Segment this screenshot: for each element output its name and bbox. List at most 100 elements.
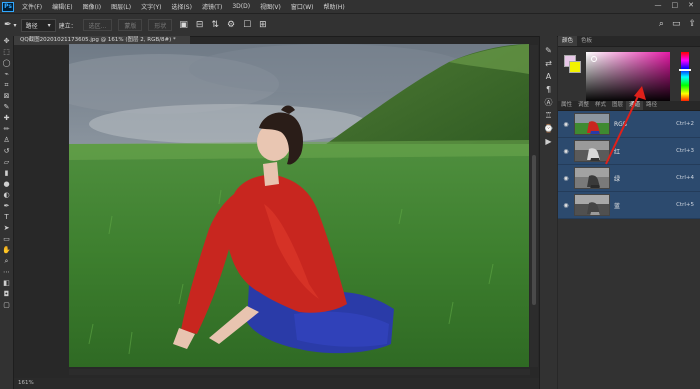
options-bar: ✒ ▾ 路径 ▾ 建立： 选区... 蒙版 形状 ▣ ⊟ ⇅ ⚙ ☐ ⊞ ⌕ ▭… <box>0 13 700 37</box>
share-icon[interactable]: ⇪ <box>688 19 696 29</box>
color-picker-panel <box>558 47 700 105</box>
minimize-button[interactable]: — <box>655 1 662 9</box>
foreground-background-icon[interactable]: ◧ <box>3 278 10 289</box>
menu-help[interactable]: 帮助(H) <box>319 2 350 11</box>
dodge-tool-icon[interactable]: ◐ <box>3 190 9 201</box>
screen-mode-icon[interactable]: ▢ <box>3 300 10 311</box>
status-bar: 161% <box>14 378 542 389</box>
move-tool-icon[interactable]: ✥ <box>4 36 10 47</box>
menu-edit[interactable]: 编辑(E) <box>47 2 77 11</box>
scroll-thumb[interactable] <box>532 155 536 305</box>
channel-row-blue[interactable]: ◉ 蓝 Ctrl+5 <box>558 192 700 219</box>
hue-slider-handle[interactable] <box>679 69 691 71</box>
photo-image <box>69 44 529 367</box>
color-picker-cursor[interactable] <box>591 56 597 62</box>
background-color-swatch[interactable] <box>569 61 581 73</box>
tab-adjustments[interactable]: 调整 <box>575 101 592 110</box>
menu-select[interactable]: 选择(S) <box>166 2 197 11</box>
tab-properties[interactable]: 属性 <box>558 101 575 110</box>
menu-layer[interactable]: 图层(L) <box>106 2 136 11</box>
maximize-button[interactable]: □ <box>672 1 679 9</box>
tab-swatches[interactable]: 色板 <box>577 36 596 46</box>
menu-file[interactable]: 文件(F) <box>17 2 47 11</box>
paragraph-icon[interactable]: ¶ <box>546 83 551 96</box>
hue-slider[interactable] <box>681 52 689 102</box>
panel-icon-strip: ✎ ⇄ A ¶ Ⓐ ♖ ⌚ ▶ <box>539 36 557 389</box>
workspace-icon[interactable]: ▭ <box>672 19 681 29</box>
channels-panel-tabs: 属性 调整 样式 图层 通道 路径 <box>558 101 700 111</box>
pen-tool-icon[interactable]: ✒ <box>4 201 10 212</box>
chevron-down-icon[interactable]: ▾ <box>14 22 17 29</box>
brush-settings-icon[interactable]: ✎ <box>545 44 552 57</box>
healing-brush-tool-icon[interactable]: ✚ <box>4 113 10 124</box>
channel-name: 红 <box>614 148 621 156</box>
eye-icon[interactable]: ◉ <box>561 202 571 209</box>
eyedropper-tool-icon[interactable]: ✎ <box>4 102 10 113</box>
menu-type[interactable]: 文字(Y) <box>136 2 166 11</box>
actions-icon[interactable]: ▶ <box>545 135 551 148</box>
menu-view[interactable]: 视图(V) <box>255 2 286 11</box>
make-mask-button[interactable]: 蒙版 <box>118 19 143 31</box>
blur-tool-icon[interactable]: ● <box>3 179 9 190</box>
vertical-scrollbar[interactable] <box>530 45 538 367</box>
channel-row-rgb[interactable]: ◉ RGB Ctrl+2 <box>558 111 700 138</box>
right-panels: 颜色 色板 属性 调整 样式 图层 通道 路径 ◉ RGB Ctrl+2 ◉ 红… <box>558 36 700 389</box>
eye-icon[interactable]: ◉ <box>561 121 571 128</box>
channel-thumbnail <box>574 140 610 162</box>
channel-thumbnail <box>574 113 610 135</box>
path-arrangement-icon[interactable]: ⇅ <box>211 20 219 30</box>
pen-tool-icon[interactable]: ✒ <box>4 20 12 30</box>
crop-tool-icon[interactable]: ⌗ <box>5 80 9 91</box>
menu-image[interactable]: 图像(I) <box>78 2 106 11</box>
saturation-brightness-field[interactable] <box>586 52 670 102</box>
path-selection-tool-icon[interactable]: ➤ <box>4 223 10 234</box>
quick-mask-icon[interactable]: ◘ <box>4 289 10 300</box>
path-alignment-icon[interactable]: ⊟ <box>196 20 204 30</box>
search-icon[interactable]: ⌕ <box>659 19 664 29</box>
eye-icon[interactable]: ◉ <box>561 148 571 155</box>
horizontal-scrollbar[interactable] <box>69 369 530 375</box>
clone-source-icon[interactable]: ♖ <box>545 109 552 122</box>
hand-tool-icon[interactable]: ✋ <box>2 245 11 256</box>
frame-tool-icon[interactable]: ⊠ <box>4 91 10 102</box>
history-brush-tool-icon[interactable]: ↺ <box>4 146 10 157</box>
edit-toolbar-icon[interactable]: ⋯ <box>3 267 10 278</box>
build-label: 建立： <box>58 22 77 30</box>
align-edges-icon[interactable]: ⊞ <box>259 20 267 30</box>
tab-paths[interactable]: 路径 <box>643 101 660 110</box>
type-tool-icon[interactable]: T <box>4 212 8 223</box>
eraser-tool-icon[interactable]: ▱ <box>4 157 9 168</box>
quick-select-tool-icon[interactable]: ⌁ <box>4 69 8 80</box>
tool-mode-select[interactable]: 路径 ▾ <box>20 18 56 32</box>
gradient-tool-icon[interactable]: ▮ <box>5 168 9 179</box>
tab-channels[interactable]: 通道 <box>626 101 644 110</box>
close-button[interactable]: ✕ <box>688 1 694 9</box>
marquee-tool-icon[interactable]: ⬚ <box>3 47 10 58</box>
glyphs-icon[interactable]: Ⓐ <box>545 96 553 109</box>
make-shape-button[interactable]: 形状 <box>148 19 173 31</box>
tab-layers[interactable]: 图层 <box>609 101 626 110</box>
rectangle-tool-icon[interactable]: ▭ <box>3 234 10 245</box>
tab-color[interactable]: 颜色 <box>558 36 578 46</box>
channel-row-green[interactable]: ◉ 绿 Ctrl+4 <box>558 165 700 192</box>
brushes-icon[interactable]: ⇄ <box>545 57 552 70</box>
eye-icon[interactable]: ◉ <box>561 175 571 182</box>
gear-icon[interactable]: ⚙ <box>227 20 235 30</box>
brush-tool-icon[interactable]: ✏ <box>4 124 10 135</box>
path-operations-icon[interactable]: ▣ <box>179 20 188 30</box>
history-icon[interactable]: ⌚ <box>544 122 554 135</box>
menu-3d[interactable]: 3D(D) <box>227 3 255 10</box>
zoom-tool-icon[interactable]: ⌕ <box>5 256 9 267</box>
make-selection-button[interactable]: 选区... <box>82 19 113 31</box>
character-icon[interactable]: A <box>546 70 551 83</box>
channel-thumbnail <box>574 194 610 216</box>
lasso-tool-icon[interactable]: ◯ <box>3 58 11 69</box>
clone-stamp-tool-icon[interactable]: ♙ <box>3 135 9 146</box>
channel-row-red[interactable]: ◉ 红 Ctrl+3 <box>558 138 700 165</box>
menu-window[interactable]: 窗口(W) <box>286 2 319 11</box>
menu-filter[interactable]: 滤镜(T) <box>197 2 227 11</box>
tab-styles[interactable]: 样式 <box>592 101 609 110</box>
document-canvas-photo[interactable] <box>69 44 529 367</box>
document-title: QQ截图20201021173605.jpg @ 161% (图层 2, RGB… <box>20 37 176 43</box>
auto-add-delete-icon[interactable]: ☐ <box>243 20 251 30</box>
